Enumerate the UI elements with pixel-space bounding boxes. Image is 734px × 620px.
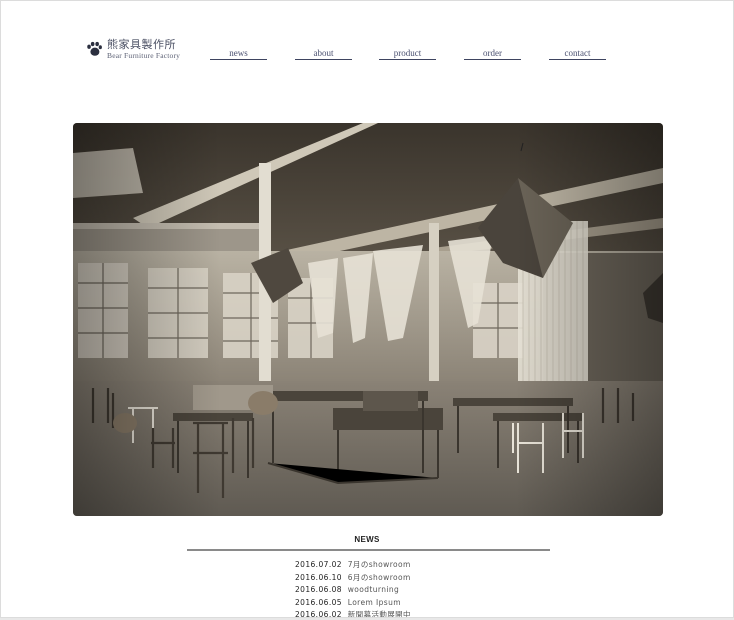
news-title[interactable]: woodturning bbox=[348, 585, 399, 594]
nav-contact[interactable]: contact bbox=[549, 47, 606, 60]
news-title[interactable]: Lorem Ipsum bbox=[348, 598, 401, 607]
nav-news[interactable]: news bbox=[210, 47, 267, 60]
news-title[interactable]: 7月のshowroom bbox=[348, 560, 411, 569]
nav-order[interactable]: order bbox=[464, 47, 521, 60]
hero-image bbox=[73, 123, 663, 516]
hero-photo-illustration bbox=[73, 123, 663, 516]
news-list: 2016.07.02 7月のshowroom 2016.06.10 6月のsho… bbox=[295, 559, 411, 618]
nav-product[interactable]: product bbox=[379, 47, 436, 60]
nav-about[interactable]: about bbox=[295, 47, 352, 60]
news-title[interactable]: 6月のshowroom bbox=[348, 573, 411, 582]
news-date: 2016.06.08 bbox=[295, 585, 342, 594]
news-date: 2016.06.05 bbox=[295, 597, 342, 607]
news-item[interactable]: 2016.06.08 woodturning bbox=[295, 584, 411, 597]
news-date: 2016.06.02 bbox=[295, 610, 342, 618]
news-item[interactable]: 2016.06.05 Lorem Ipsum bbox=[295, 597, 411, 610]
news-heading: NEWS bbox=[354, 535, 380, 544]
news-item[interactable]: 2016.07.02 7月のshowroom bbox=[295, 559, 411, 572]
news-date: 2016.06.10 bbox=[295, 572, 342, 582]
news-date: 2016.07.02 bbox=[295, 560, 342, 569]
main-nav: news about product order contact bbox=[1, 47, 733, 61]
news-item[interactable]: 2016.06.02 新聞募活動展開中 bbox=[295, 609, 411, 618]
news-divider bbox=[187, 549, 550, 551]
news-title[interactable]: 新聞募活動展開中 bbox=[348, 610, 411, 617]
page: 熊家具製作所 Bear Furniture Factory news about… bbox=[0, 0, 734, 618]
news-item[interactable]: 2016.06.10 6月のshowroom bbox=[295, 572, 411, 585]
